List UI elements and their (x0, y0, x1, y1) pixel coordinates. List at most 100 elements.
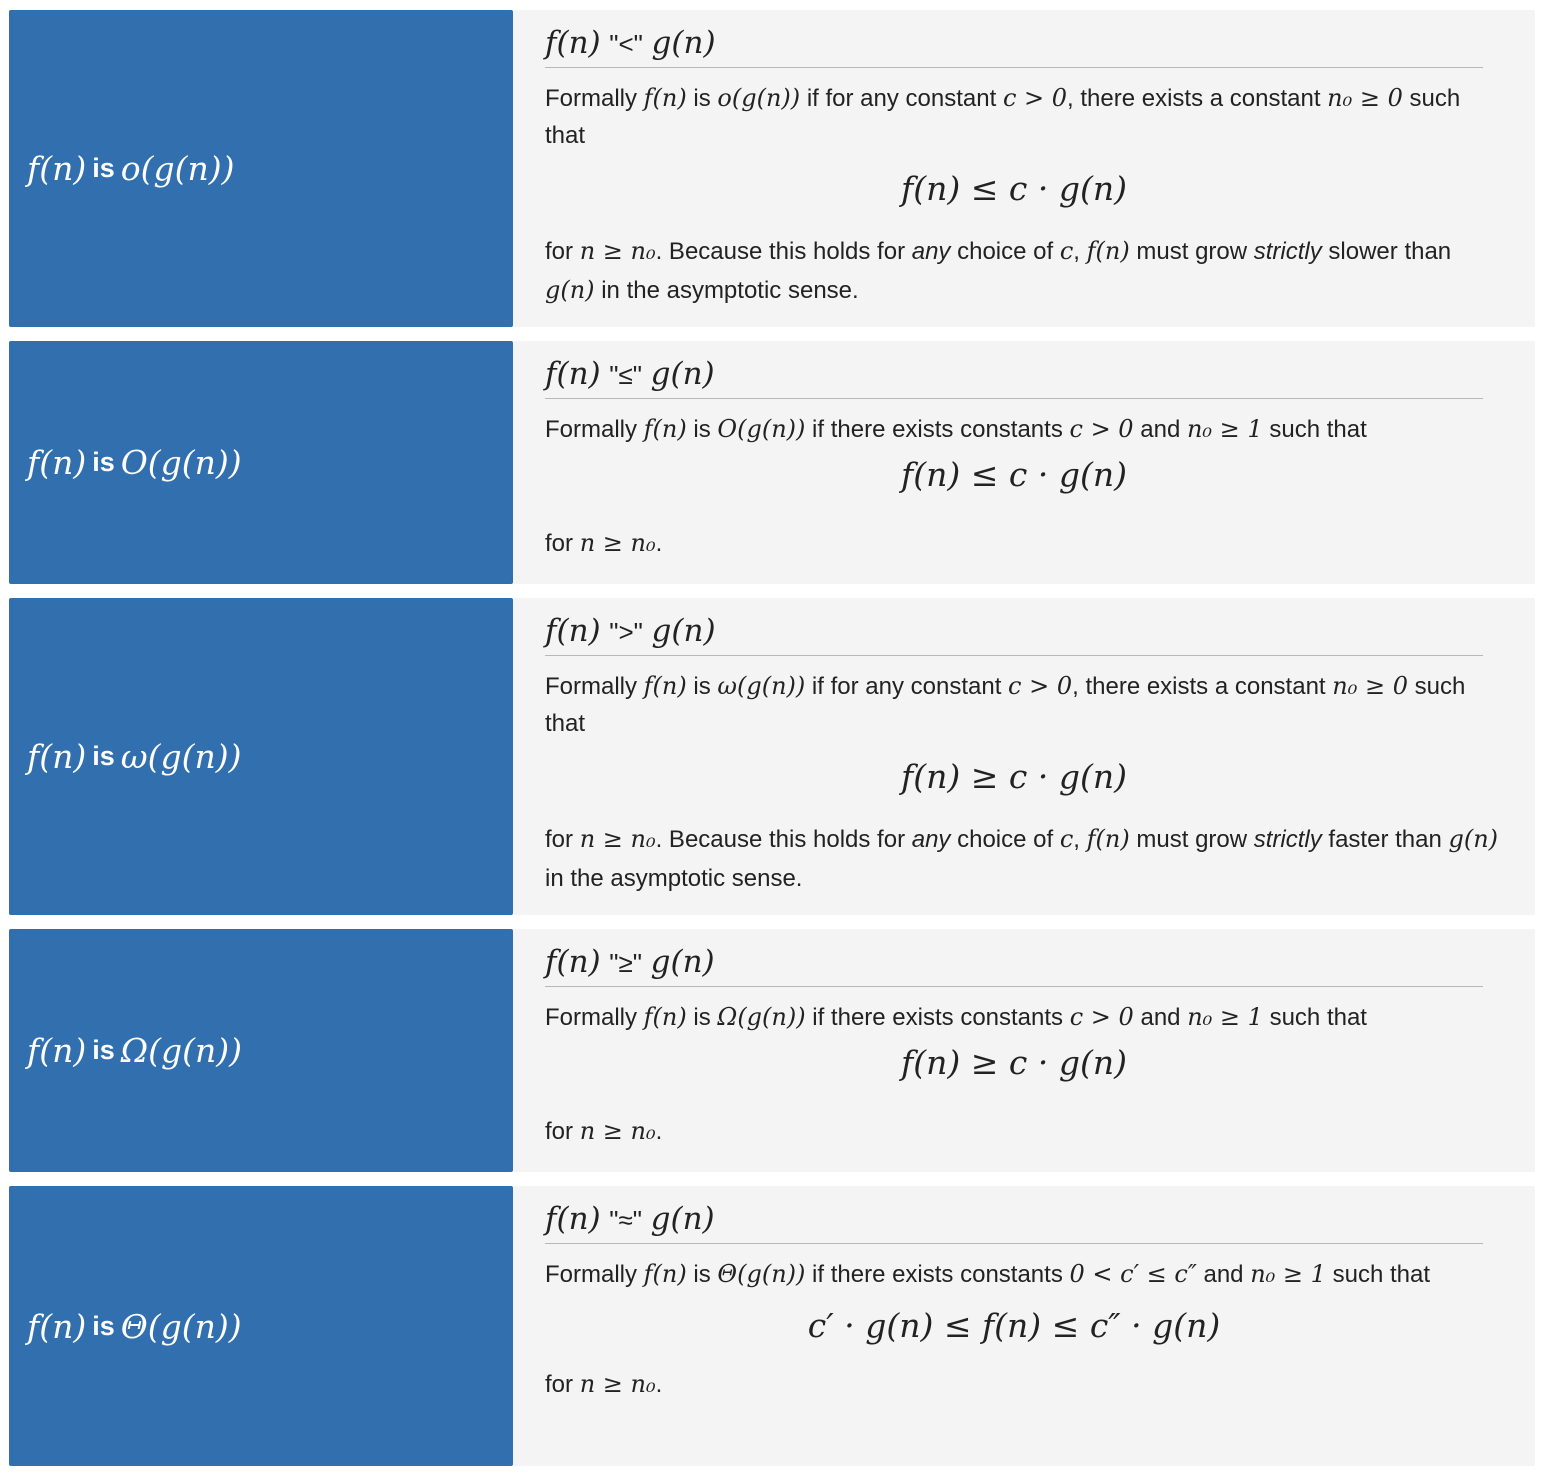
math: f(n) (643, 672, 687, 700)
math: f(n) (643, 1003, 687, 1031)
text: if for any constant (805, 673, 1009, 700)
text: , (1073, 826, 1087, 853)
math: f(n) (1086, 825, 1130, 853)
text: is (686, 1004, 718, 1031)
text: for (545, 1118, 580, 1145)
title-f: f(n) (545, 1201, 601, 1237)
title-relation: "≤" (609, 360, 642, 390)
label-is: is (92, 153, 115, 183)
math: c > 0 (1008, 672, 1073, 700)
title-g: g(n) (651, 613, 716, 649)
math: c > 0 (1069, 1003, 1134, 1031)
text: choice of (950, 238, 1060, 265)
text: , (1073, 238, 1087, 265)
definition-big-theta: f(n) "≈" g(n) Formally f(n) is Θ(g(n)) i… (513, 1186, 1535, 1466)
text: . Because this holds for (655, 826, 912, 853)
definition-big-omega: f(n) "≥" g(n) Formally f(n) is Ω(g(n)) i… (513, 929, 1535, 1172)
text: must grow (1129, 238, 1254, 265)
row-little-o: f(n) is o(g(n)) f(n) "<" g(n) Formally f… (9, 10, 1535, 327)
formal-statement: Formally f(n) is ω(g(n)) if for any cons… (545, 668, 1505, 742)
label-notation: o(g(n)) (120, 149, 235, 188)
notation-label-big-theta: f(n) is Θ(g(n)) (9, 1186, 513, 1466)
title-relation: "≈" (609, 1205, 642, 1235)
text: Formally (545, 85, 644, 112)
math: n₀ ≥ 0 (1327, 84, 1403, 112)
text: and (1133, 1004, 1188, 1031)
footnote: for n ≥ n₀. (545, 524, 1505, 563)
text: in the asymptotic sense. (594, 277, 859, 304)
label-notation: ω(g(n)) (120, 737, 242, 776)
math: n ≥ n₀ (579, 1370, 656, 1398)
row-big-theta: f(n) is Θ(g(n)) f(n) "≈" g(n) Formally f… (9, 1186, 1535, 1466)
math: n ≥ n₀ (579, 1117, 656, 1145)
title-f: f(n) (545, 25, 601, 61)
emphasis: any (911, 826, 951, 853)
text: is (686, 85, 718, 112)
label-function: f(n) (27, 443, 87, 482)
formal-statement: Formally f(n) is Θ(g(n)) if there exists… (545, 1256, 1505, 1293)
math: n ≥ n₀ (579, 529, 656, 557)
title-relation: "<" (609, 29, 643, 59)
text: and (1196, 1261, 1251, 1288)
label-function: f(n) (27, 737, 87, 776)
math: n₀ ≥ 1 (1186, 415, 1263, 443)
math: c > 0 (1002, 84, 1068, 112)
definition-title: f(n) ">" g(n) (545, 612, 1483, 656)
definition-title: f(n) "≤" g(n) (545, 355, 1483, 399)
row-big-o: f(n) is O(g(n)) f(n) "≤" g(n) Formally f… (9, 341, 1535, 584)
text: for (545, 1371, 580, 1398)
text: Formally (545, 1261, 644, 1288)
math: Θ(g(n)) (717, 1260, 806, 1288)
math: Ω(g(n)) (717, 1003, 806, 1031)
text: , there exists a constant (1067, 85, 1328, 112)
label-is: is (92, 741, 115, 771)
emphasis: strictly (1253, 238, 1322, 265)
text: if there exists constants (805, 1261, 1070, 1288)
label-is: is (92, 1310, 115, 1341)
text: if there exists constants (805, 1004, 1070, 1031)
text: Formally (545, 1004, 644, 1031)
definition-little-omega: f(n) ">" g(n) Formally f(n) is ω(g(n)) i… (513, 598, 1535, 915)
title-f: f(n) (545, 944, 601, 980)
math: o(g(n)) (717, 84, 801, 112)
display-equation: c′ · g(n) ≤ f(n) ≤ c″ · g(n) (807, 1306, 1221, 1345)
math: g(n) (545, 276, 595, 304)
display-equation: f(n) ≤ c · g(n) (901, 455, 1127, 494)
math: f(n) (643, 84, 687, 112)
emphasis: strictly (1253, 826, 1322, 853)
text: if for any constant (800, 85, 1003, 112)
math: n₀ ≥ 1 (1250, 1260, 1326, 1288)
label-notation: Θ(g(n)) (120, 1306, 242, 1346)
title-g: g(n) (650, 944, 715, 980)
math: n ≥ n₀ (579, 825, 656, 853)
notation-label-little-omega: f(n) is ω(g(n)) (9, 598, 513, 915)
footnote: for n ≥ n₀. Because this holds for any c… (545, 232, 1505, 310)
notation-table: f(n) is o(g(n)) f(n) "<" g(n) Formally f… (9, 10, 1535, 1466)
formal-statement: Formally f(n) is o(g(n)) if for any cons… (545, 80, 1505, 154)
text: for (545, 238, 580, 265)
label-notation: Ω(g(n)) (120, 1031, 242, 1070)
text: for (545, 530, 580, 557)
text: for (545, 826, 580, 853)
formal-statement: Formally f(n) is O(g(n)) if there exists… (545, 411, 1505, 448)
math: 0 < c′ ≤ c″ (1069, 1260, 1197, 1288)
math: c (1059, 237, 1074, 265)
notation-label-little-o: f(n) is o(g(n)) (9, 10, 513, 327)
label-notation: O(g(n)) (120, 443, 242, 482)
text: Formally (545, 416, 644, 443)
formal-statement: Formally f(n) is Ω(g(n)) if there exists… (545, 999, 1505, 1036)
footnote: for n ≥ n₀. (545, 1112, 1505, 1151)
math: g(n) (1448, 825, 1499, 853)
label-function: f(n) (27, 1031, 87, 1070)
math: n ≥ n₀ (579, 237, 656, 265)
text: slower than (1321, 238, 1452, 265)
footnote: for n ≥ n₀. Because this holds for any c… (545, 820, 1505, 898)
text: . (655, 1371, 663, 1398)
label-function: f(n) (27, 1306, 87, 1346)
text: . (655, 530, 663, 557)
text: choice of (950, 826, 1060, 853)
text: is (686, 416, 718, 443)
row-big-omega: f(n) is Ω(g(n)) f(n) "≥" g(n) Formally f… (9, 929, 1535, 1172)
display-equation: f(n) ≥ c · g(n) (901, 1043, 1127, 1082)
display-equation: f(n) ≥ c · g(n) (901, 757, 1127, 796)
